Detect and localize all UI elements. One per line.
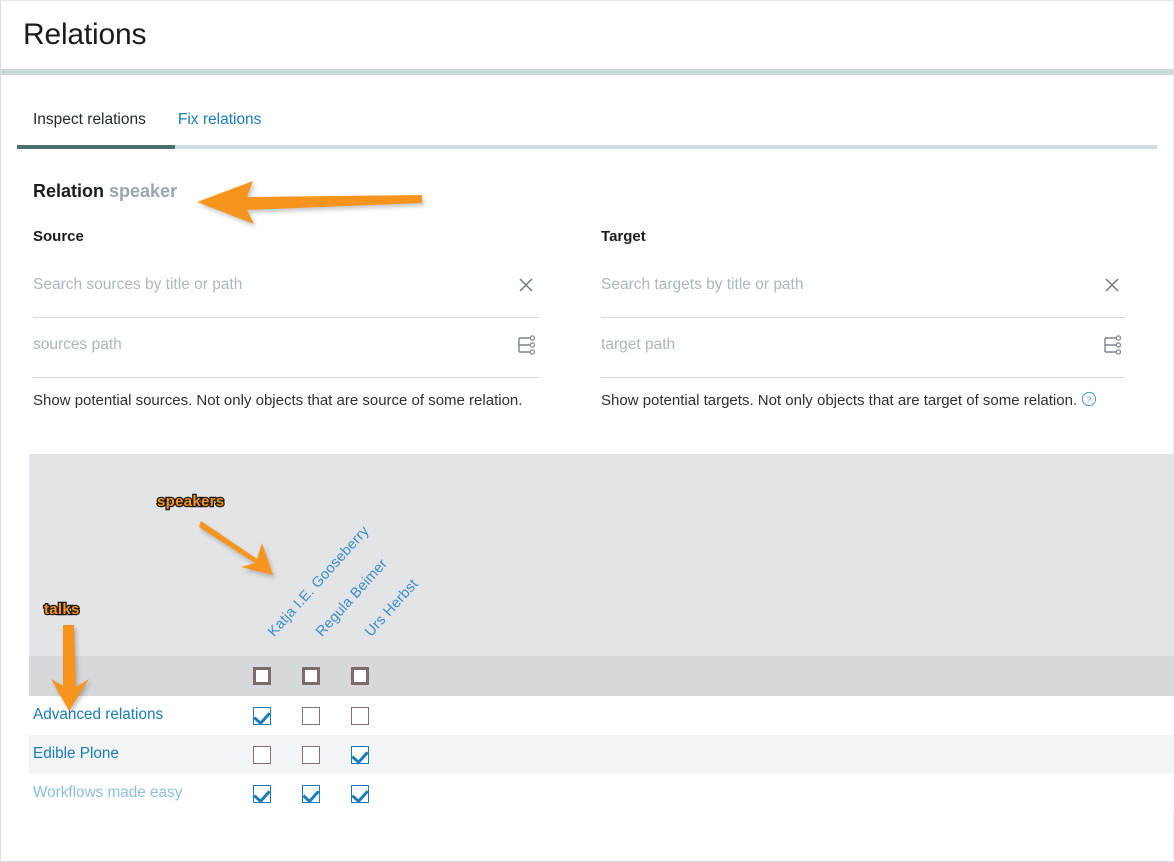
annotation-talks-label: talks (43, 600, 81, 620)
target-clear-icon[interactable] (1099, 272, 1125, 298)
matrix-checkbox-2-1[interactable] (302, 785, 320, 803)
target-path-field (601, 335, 1125, 378)
matrix-column-select-all-2[interactable] (351, 667, 369, 685)
matrix-checkbox-0-2[interactable] (351, 707, 369, 725)
table-row: Workflows made easy (29, 774, 1174, 813)
source-path-input[interactable] (33, 335, 540, 355)
svg-text:?: ? (1087, 394, 1092, 404)
annotation-arrow-speakers (199, 519, 279, 579)
table-row: Advanced relations (29, 696, 1174, 735)
annotation-arrow-relation (197, 177, 422, 225)
target-label: Target (601, 228, 646, 245)
source-path-field (33, 332, 540, 378)
target-path-input[interactable] (601, 335, 1125, 355)
target-tree-path-icon[interactable] (1099, 332, 1125, 358)
page-header: Relations (1, 1, 1173, 69)
source-tree-path-icon[interactable] (513, 332, 539, 358)
target-panel: Target Search targets by title or path t… (587, 228, 1173, 413)
matrix-checkbox-0-1[interactable] (302, 707, 320, 725)
tab-active-indicator (17, 145, 175, 149)
matrix-checkbox-2-0[interactable] (253, 785, 271, 803)
annotation-speakers-label: speakers (156, 492, 226, 512)
matrix-column-select-all-0[interactable] (253, 667, 271, 685)
tab-fix-relations[interactable]: Fix relations (178, 111, 262, 145)
relation-heading-prefix: Relation (33, 181, 105, 201)
source-panel: Source Search sources by title or path s… (1, 228, 587, 413)
target-search-input[interactable] (601, 275, 1125, 295)
target-help-row: Show potential targets. Not only objects… (601, 391, 1125, 413)
matrix-checkbox-1-1[interactable] (302, 746, 320, 764)
tab-list: Inspect relations Fix relations (1, 75, 1173, 145)
target-search-field (601, 275, 1125, 318)
matrix-row-label-1[interactable]: Edible Plone (33, 745, 119, 763)
matrix-checkbox-1-0[interactable] (253, 746, 271, 764)
matrix-checkbox-2-2[interactable] (351, 785, 369, 803)
tab-inspect-relations[interactable]: Inspect relations (33, 111, 146, 145)
page-title: Relations (23, 18, 147, 51)
tabs-bar: Inspect relations Fix relations (1, 75, 1173, 149)
source-label: Source (33, 228, 84, 245)
question-circle-icon[interactable]: ? (1081, 391, 1097, 413)
matrix-row-label-2[interactable]: Workflows made easy (33, 784, 182, 802)
source-search-input[interactable] (33, 275, 540, 295)
matrix-checkbox-1-2[interactable] (351, 746, 369, 764)
matrix-column-select-all-1[interactable] (302, 667, 320, 685)
source-target-panels: Source Search sources by title or path s… (1, 228, 1173, 413)
table-row: Edible Plone (29, 735, 1174, 774)
annotation-arrow-talks (49, 625, 95, 711)
source-search-field (33, 272, 540, 318)
source-clear-icon[interactable] (513, 272, 539, 298)
matrix-checkbox-0-0[interactable] (253, 707, 271, 725)
matrix-select-all-row (29, 656, 1174, 696)
relation-heading-name: speaker (109, 181, 178, 201)
relations-page: Relations Inspect relations Fix relation… (0, 0, 1174, 862)
source-help-text: Show potential sources. Not only objects… (33, 392, 523, 409)
tab-underline (17, 145, 1157, 149)
target-help-text: Show potential targets. Not only objects… (601, 392, 1078, 409)
